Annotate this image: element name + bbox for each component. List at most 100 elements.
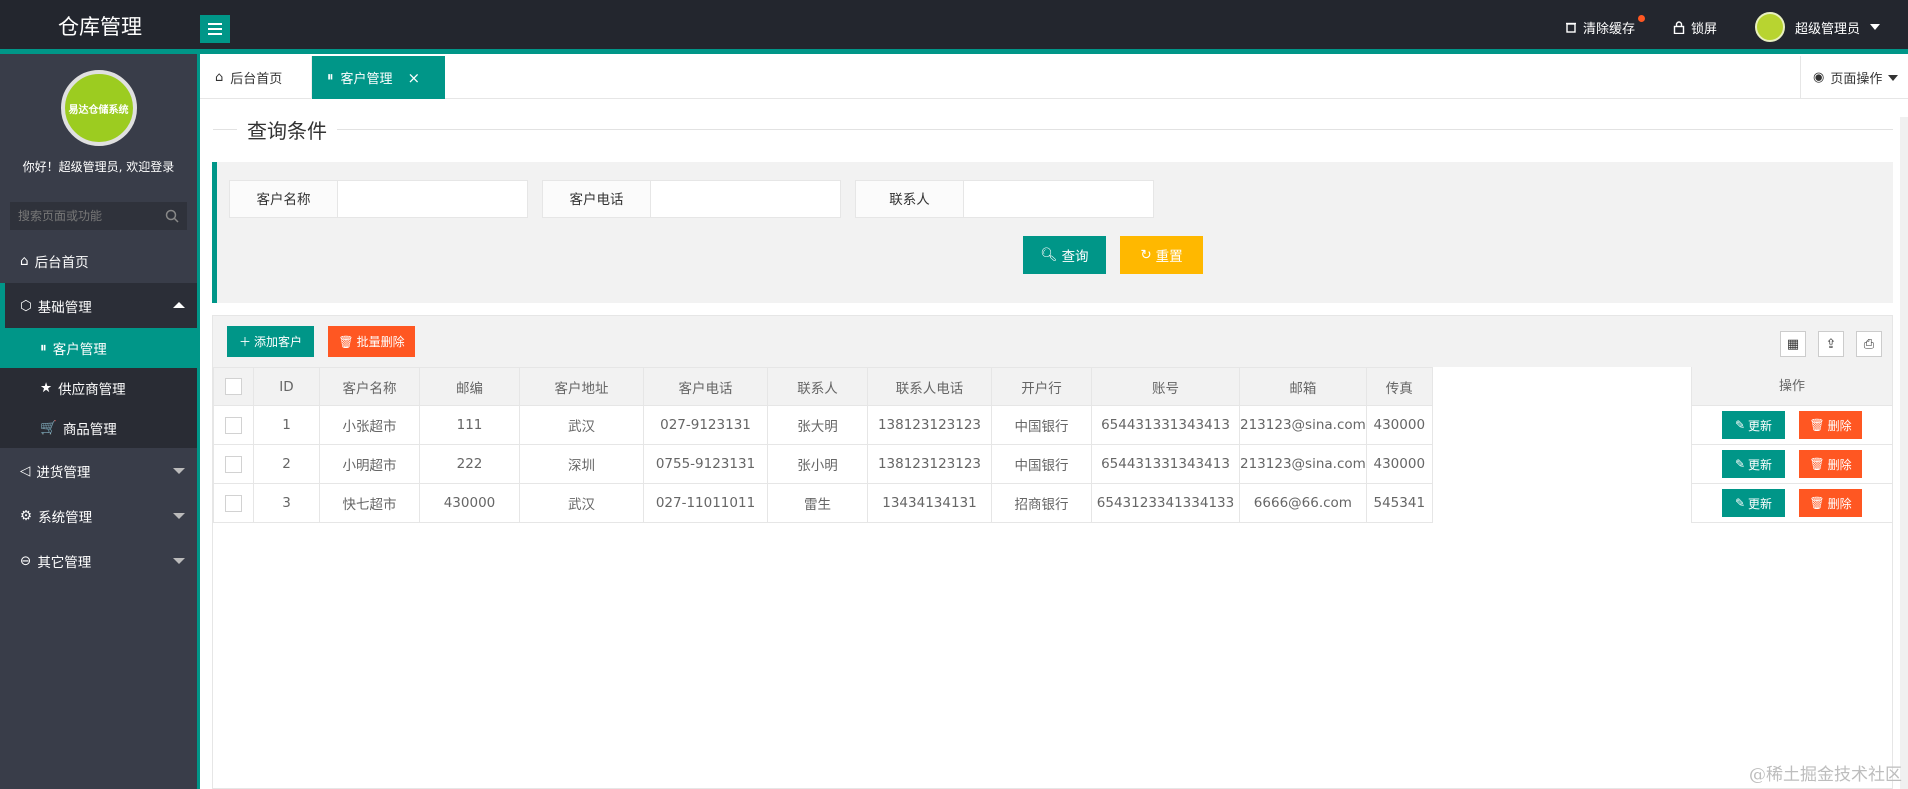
search-icon[interactable] [165, 209, 179, 223]
column-header[interactable]: 客户地址 [519, 367, 644, 406]
table-cell: 深圳 [519, 444, 644, 484]
table-cell: 027-9123131 [643, 405, 768, 445]
chevron-down-icon [173, 558, 185, 564]
column-header[interactable]: 邮箱 [1239, 367, 1367, 406]
search-input[interactable] [18, 209, 158, 223]
update-button[interactable]: ✎ 更新 [1722, 411, 1785, 439]
sidebar-item-system[interactable]: ⚙ 系统管理 [0, 493, 197, 538]
search-icon: 🔍︎ [1040, 247, 1058, 263]
row-checkbox[interactable] [225, 494, 242, 512]
table-cell: 快七超市 [319, 483, 420, 523]
chevron-down-icon [1870, 24, 1880, 30]
contact-input[interactable] [964, 180, 1154, 218]
clear-cache-button[interactable]: 清除缓存 [1565, 14, 1645, 37]
contact-field: 联系人 [855, 180, 1154, 218]
table-cell: 小明超市 [319, 444, 420, 484]
page-ops-dropdown[interactable]: ◉ 页面操作 [1800, 56, 1908, 99]
add-customer-button[interactable]: ＋ 添加客户 [227, 326, 314, 357]
sidebar-item-home[interactable]: ⌂ 后台首页 [0, 238, 197, 283]
row-checkbox[interactable] [225, 416, 242, 434]
update-button[interactable]: ✎ 更新 [1722, 489, 1785, 517]
column-header[interactable]: 邮编 [419, 367, 520, 406]
sidebar-item-label: 后台首页 [34, 254, 89, 271]
hamburger-icon [208, 23, 222, 25]
top-bar: 仓库管理 清除缓存 锁屏 超级管理员 [0, 0, 1908, 54]
sidebar-item-purchase[interactable]: ◁ 进货管理 [0, 448, 197, 493]
tab-home[interactable]: ⌂ 后台首页 [200, 56, 312, 99]
batch-delete-label: 批量删除 [356, 335, 405, 349]
sidebar-item-label: 供应商管理 [58, 382, 126, 398]
delete-button[interactable]: 🗑︎ 删除 [1799, 450, 1862, 478]
sidebar-search[interactable] [10, 202, 187, 230]
table-cell: 111 [419, 405, 520, 445]
table-cell: 430000 [1365, 444, 1433, 484]
table-row[interactable]: 2 小明超市 222 深圳 0755-9123131 张小明 138123123… [213, 444, 1433, 484]
column-header[interactable]: 联系人 [767, 367, 868, 406]
app-title[interactable]: 仓库管理 [0, 0, 200, 54]
sidebar-item-other[interactable]: ⊖ 其它管理 [0, 538, 197, 583]
tab-strip: ⌂ 后台首页 ⏸ 客户管理 × ◉ 页面操作 [200, 56, 1908, 99]
table-cell: 小张超市 [319, 405, 420, 445]
sidebar-profile: 易达仓储系统 你好！超级管理员, 欢迎登录 [0, 54, 197, 191]
column-header[interactable]: 账号 [1091, 367, 1240, 406]
trash-icon: 🗑︎ [1809, 457, 1825, 471]
cube-icon: ⬡ [20, 297, 32, 314]
select-all-checkbox[interactable] [225, 378, 242, 395]
logo-avatar: 易达仓储系统 [60, 70, 137, 146]
top-right-actions: 清除缓存 锁屏 超级管理员 [1565, 0, 1908, 54]
trash-icon: 🗑︎ [1809, 418, 1825, 432]
edit-icon: ✎ [1734, 496, 1746, 510]
sidebar-nav: ⌂ 后台首页 ⬡ 基础管理 ⏸ 客户管理 ★ 供应商管理 🛒 商品管理 ◁ 进货… [0, 238, 197, 583]
customer-name-field: 客户名称 [229, 180, 528, 218]
export-icon[interactable]: ⇪ [1818, 331, 1844, 357]
delete-button[interactable]: 🗑︎ 删除 [1799, 411, 1862, 439]
section-title-text: 查询条件 [247, 118, 327, 143]
table-row[interactable]: 1 小张超市 111 武汉 027-9123131 张大明 1381231231… [213, 405, 1433, 445]
table-toolbar: ＋ 添加客户 🗑︎ 批量删除 ▦ ⇪ ⎙ [213, 315, 1892, 367]
customer-name-input[interactable] [338, 180, 528, 218]
table-header-row: ID 客户名称 邮编 客户地址 客户电话 联系人 联系人电话 开户行 账号 邮箱… [213, 367, 1433, 406]
gear-icon: ⚙ [20, 507, 33, 524]
column-header[interactable]: 传真 [1365, 367, 1433, 406]
columns-filter-icon[interactable]: ▦ [1780, 331, 1806, 357]
batch-delete-button[interactable]: 🗑︎ 批量删除 [328, 326, 415, 357]
table-cell: 0755-9123131 [643, 444, 768, 484]
column-header[interactable]: 客户名称 [319, 367, 420, 406]
page-ops-label: 页面操作 [1830, 72, 1883, 87]
customer-phone-input[interactable] [651, 180, 841, 218]
menu-toggle-button[interactable] [200, 15, 230, 43]
sidebar-item-customers[interactable]: ⏸ 客户管理 [0, 328, 197, 368]
print-icon[interactable]: ⎙ [1856, 331, 1882, 357]
close-icon[interactable]: × [408, 69, 421, 87]
add-customer-label: 添加客户 [254, 335, 303, 349]
trash-icon [1565, 22, 1576, 33]
column-header[interactable]: ID [253, 367, 320, 406]
update-button[interactable]: ✎ 更新 [1722, 450, 1785, 478]
delete-button[interactable]: 🗑︎ 删除 [1799, 489, 1862, 517]
operations-column: 操作 ✎ 更新 🗑︎ 删除 ✎ 更新 🗑︎ 删除 ✎ 更新 🗑︎ 删除 [1691, 367, 1892, 523]
select-all-cell[interactable] [213, 367, 254, 406]
column-header[interactable]: 开户行 [991, 367, 1092, 406]
page-scrollbar[interactable] [1900, 117, 1908, 789]
column-header[interactable]: 客户电话 [643, 367, 768, 406]
reset-button[interactable]: ↻ 重置 [1120, 236, 1203, 274]
user-menu[interactable]: 超级管理员 [1754, 12, 1880, 42]
sidebar-item-label: 客户管理 [52, 342, 107, 358]
trash-icon: 🗑︎ [1809, 496, 1825, 510]
sidebar-item-basic[interactable]: ⬡ 基础管理 [0, 283, 197, 328]
search-button[interactable]: 🔍︎ 查询 [1023, 236, 1106, 274]
edit-icon: ✎ [1734, 457, 1746, 471]
column-header[interactable]: 联系人电话 [867, 367, 992, 406]
table-cell: 430000 [419, 483, 520, 523]
tab-customers[interactable]: ⏸ 客户管理 × [312, 56, 445, 99]
table-cell: 213123@sina.com [1239, 405, 1367, 445]
row-checkbox[interactable] [225, 455, 242, 473]
table-row[interactable]: 3 快七超市 430000 武汉 027-11011011 雷生 1343413… [213, 483, 1433, 523]
table-cell: 138123123123 [867, 444, 992, 484]
sidebar-item-suppliers[interactable]: ★ 供应商管理 [0, 368, 197, 408]
lock-screen-button[interactable]: 锁屏 [1673, 18, 1717, 37]
table-cell: 213123@sina.com [1239, 444, 1367, 484]
sidebar-item-goods[interactable]: 🛒 商品管理 [0, 408, 197, 448]
ops-row: ✎ 更新 🗑︎ 删除 [1692, 484, 1892, 523]
field-label: 客户电话 [542, 180, 651, 218]
